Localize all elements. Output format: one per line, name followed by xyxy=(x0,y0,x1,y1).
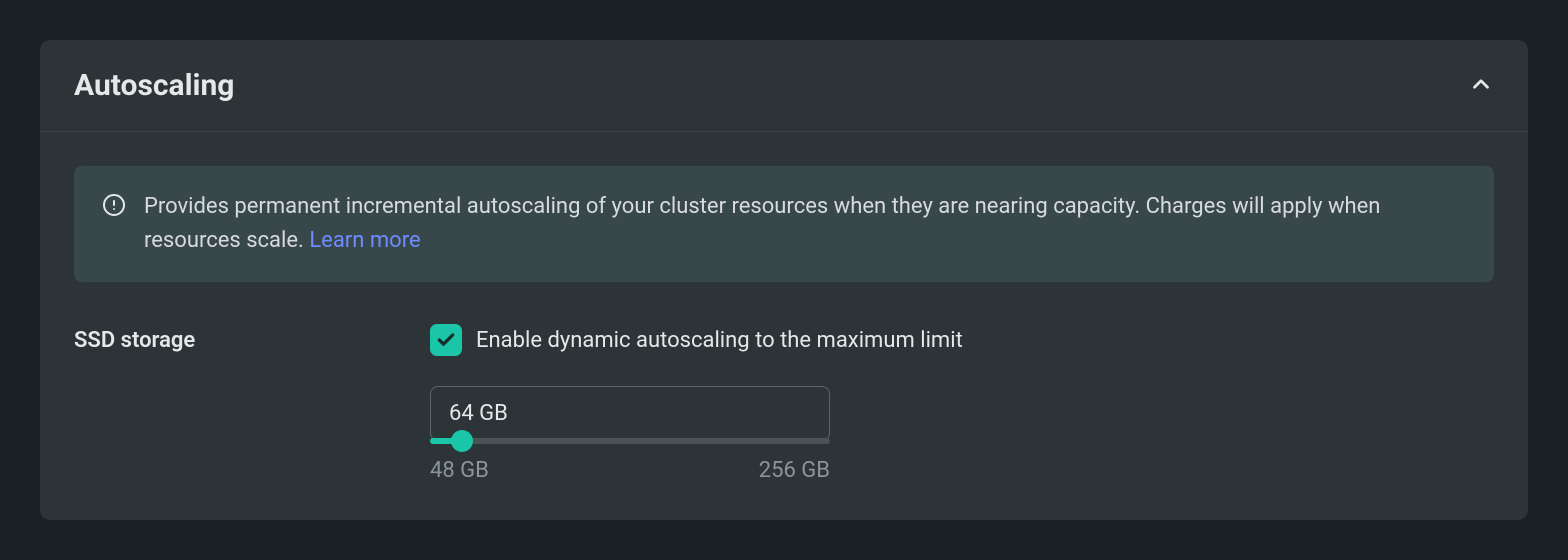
chevron-up-icon xyxy=(1468,71,1494,101)
info-box: Provides permanent incremental autoscali… xyxy=(74,166,1494,282)
info-text: Provides permanent incremental autoscali… xyxy=(144,190,1466,258)
setting-control: Enable dynamic autoscaling to the maximu… xyxy=(430,324,1494,483)
storage-slider: 64 GB 48 GB 256 GB xyxy=(430,386,830,483)
slider-track[interactable] xyxy=(430,438,830,444)
panel-header[interactable]: Autoscaling xyxy=(40,40,1528,132)
setting-label: SSD storage xyxy=(74,324,430,353)
slider-range-labels: 48 GB 256 GB xyxy=(430,458,830,483)
ssd-storage-setting: SSD storage Enable dynamic autoscaling t… xyxy=(74,324,1494,483)
autoscaling-panel: Autoscaling Provides permanent increment… xyxy=(40,40,1528,520)
enable-autoscaling-checkbox[interactable] xyxy=(430,324,462,356)
slider-thumb[interactable] xyxy=(451,430,473,452)
checkbox-label[interactable]: Enable dynamic autoscaling to the maximu… xyxy=(476,328,963,353)
slider-min-label: 48 GB xyxy=(430,458,489,483)
panel-title: Autoscaling xyxy=(74,68,234,103)
checkbox-row: Enable dynamic autoscaling to the maximu… xyxy=(430,324,1494,356)
slider-max-label: 256 GB xyxy=(759,458,830,483)
learn-more-link[interactable]: Learn more xyxy=(309,228,420,253)
panel-body: Provides permanent incremental autoscali… xyxy=(40,132,1528,517)
slider-value: 64 GB xyxy=(430,386,830,441)
info-icon xyxy=(102,193,126,221)
